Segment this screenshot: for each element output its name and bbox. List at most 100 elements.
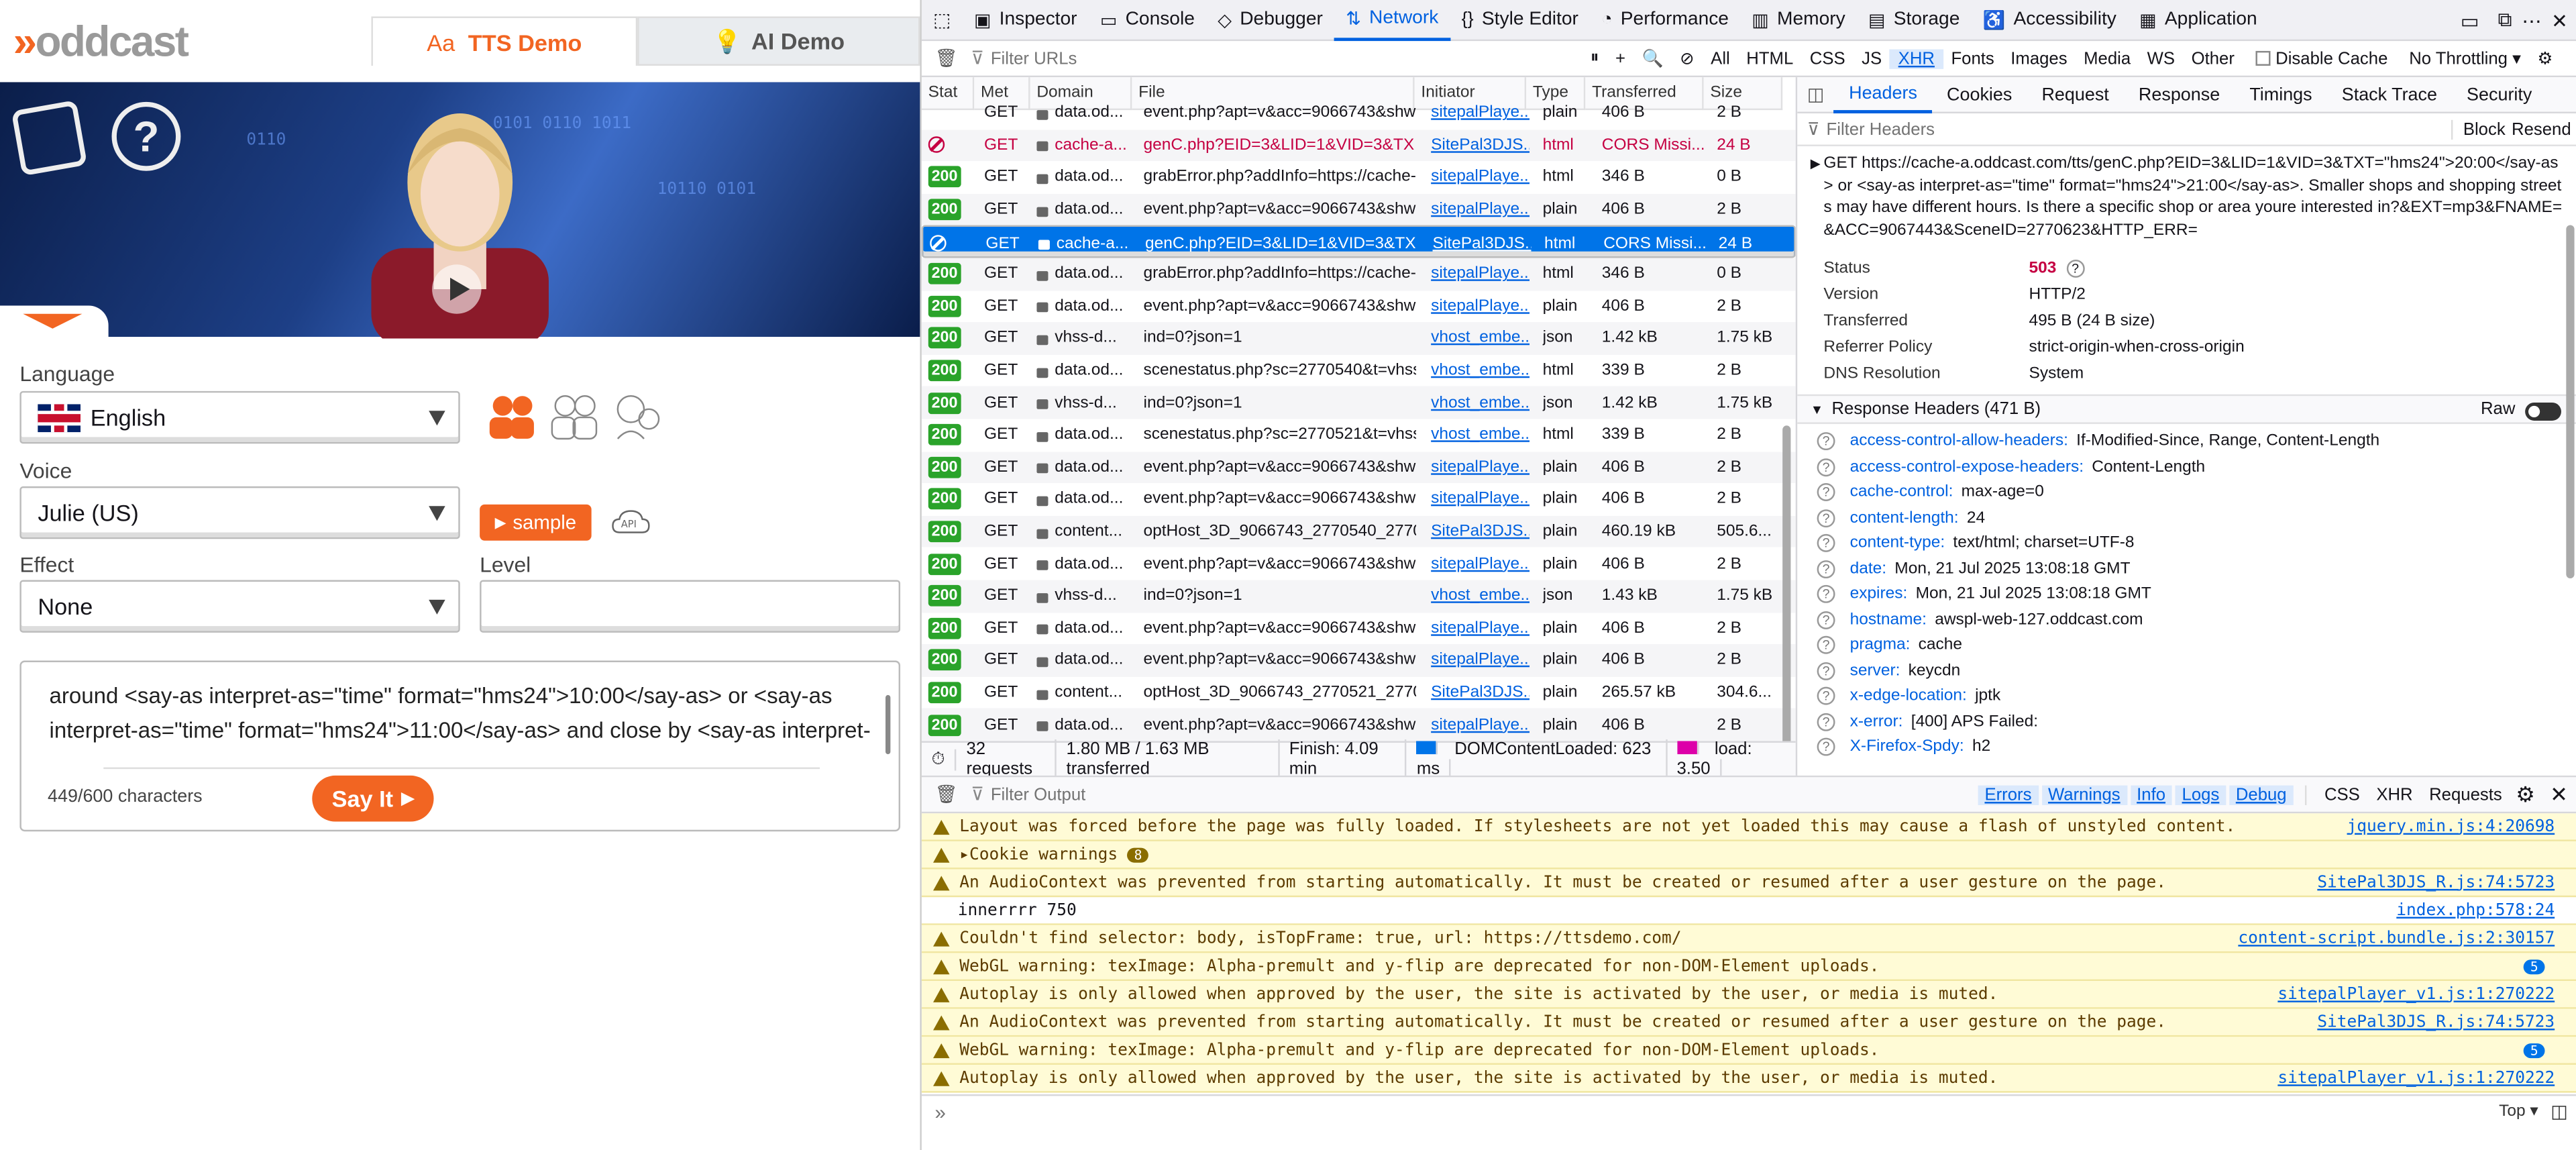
filter-type-js[interactable]: JS bbox=[1854, 48, 1890, 68]
people-avatar-icon[interactable] bbox=[549, 391, 601, 440]
initiator-link[interactable]: sitepalPlaye... bbox=[1431, 716, 1529, 734]
oddcast-logo[interactable]: »oddcast bbox=[13, 16, 189, 67]
filter-type-ws[interactable]: WS bbox=[2139, 48, 2183, 68]
request-row[interactable]: 200 GET data.od... event.php?apt=v&acc=9066… bbox=[922, 483, 1796, 515]
sample-button[interactable]: ▶ sample bbox=[480, 504, 592, 541]
disable-cache-checkbox[interactable]: Disable Cache bbox=[2255, 48, 2387, 68]
request-row[interactable]: 200 GET content... optHost_3D_9066743_27705… bbox=[922, 676, 1796, 709]
console-message[interactable]: Autoplay is only allowed when approved b… bbox=[921, 981, 2576, 1009]
initiator-cell[interactable]: SitePal3DJS... bbox=[1431, 129, 1529, 161]
initiator-link[interactable]: sitepalPlaye... bbox=[1431, 104, 1529, 122]
avatar-video-player[interactable]: 0101 0110 1011 10110 0101 0110 ? bbox=[0, 82, 920, 339]
help-icon[interactable]: ? bbox=[111, 101, 181, 171]
api-cloud-icon[interactable]: API bbox=[611, 506, 651, 539]
initiator-cell[interactable]: SitePal3DJS... bbox=[1431, 676, 1529, 709]
play-button[interactable] bbox=[432, 264, 482, 314]
say-it-button[interactable]: Say It ▶ bbox=[312, 775, 434, 822]
initiator-cell[interactable]: sitepalPlaye... bbox=[1431, 290, 1529, 322]
tab-security[interactable]: Security bbox=[2452, 77, 2546, 113]
filter-output-input[interactable]: Filter Output bbox=[991, 784, 1976, 804]
trash-icon[interactable]: 🗑 bbox=[934, 784, 957, 805]
initiator-link[interactable]: sitepalPlaye... bbox=[1431, 619, 1529, 637]
initiator-cell[interactable]: sitepalPlaye... bbox=[1431, 258, 1529, 290]
tool-inspector[interactable]: ▣ Inspector bbox=[963, 0, 1089, 40]
request-row[interactable]: 200 GET data.od... grabError.php?addInfo=ht… bbox=[922, 161, 1796, 193]
text-input-box[interactable]: around <say-as interpret-as="time" forma… bbox=[19, 660, 901, 832]
chevron-right-icon[interactable]: ▸ bbox=[959, 845, 969, 864]
help-icon[interactable]: ? bbox=[1817, 560, 1835, 578]
console-message[interactable]: An AudioContext was prevented from start… bbox=[921, 1008, 2576, 1037]
female-avatar-icon[interactable] bbox=[486, 391, 539, 440]
initiator-link[interactable]: SitePal3DJS... bbox=[1431, 136, 1529, 154]
message-source-link[interactable]: jquery.min.js:4:20698 bbox=[2347, 817, 2555, 835]
console-message[interactable]: ▸ Cookie warnings 8 bbox=[921, 841, 2576, 870]
character-avatar-icon[interactable] bbox=[611, 391, 663, 440]
request-row[interactable]: 200 GET content... optHost_3D_9066743_27705… bbox=[921, 515, 1796, 548]
help-icon[interactable]: ? bbox=[1817, 713, 1835, 731]
filter-type-fonts[interactable]: Fonts bbox=[1943, 48, 2002, 68]
details-scrollbar[interactable] bbox=[2566, 225, 2575, 579]
filter-headers-input[interactable]: Filter Headers bbox=[1827, 119, 1935, 139]
request-row[interactable]: 200 GET data.od... event.php?apt=v&acc=9066… bbox=[921, 644, 1796, 677]
console-message[interactable]: Layout was forced before the page was fu… bbox=[921, 813, 2576, 841]
console-settings-gear-icon[interactable]: ⚙ bbox=[2516, 781, 2535, 807]
help-icon[interactable]: ? bbox=[1817, 636, 1835, 655]
initiator-cell[interactable]: vhost_embe... bbox=[1431, 386, 1529, 419]
console-message[interactable]: Couldn't find selector: body, isTopFrame… bbox=[921, 925, 2576, 953]
settings-gear-icon[interactable]: ⚙ bbox=[2529, 48, 2561, 68]
initiator-cell[interactable]: sitepalPlaye... bbox=[1431, 97, 1529, 129]
console-filter-debug[interactable]: Debug bbox=[2229, 784, 2294, 804]
initiator-link[interactable]: sitepalPlaye... bbox=[1431, 458, 1529, 476]
tool-performance[interactable]: ◔ Performance bbox=[1590, 0, 1740, 40]
resend-button[interactable]: Resend bbox=[2512, 119, 2571, 139]
console-filter-logs[interactable]: Logs bbox=[2175, 784, 2226, 804]
request-row[interactable]: GET cache-a... genC.php?EID=3&LID=1&VID=3&… bbox=[921, 129, 1796, 162]
initiator-cell[interactable]: sitepalPlaye... bbox=[1431, 612, 1529, 644]
tab-timings[interactable]: Timings bbox=[2235, 77, 2326, 113]
initiator-cell[interactable]: vhost_embe... bbox=[1431, 354, 1529, 386]
request-row[interactable]: 200 GET vhss-d... ind=0?json=1 vhost_embe...… bbox=[921, 580, 1796, 613]
filter-type-xhr[interactable]: XHR bbox=[1890, 48, 1943, 68]
initiator-link[interactable]: vhost_embe... bbox=[1431, 394, 1529, 412]
initiator-link[interactable]: vhost_embe... bbox=[1431, 587, 1529, 605]
console-message[interactable]: innerrrr 750 index.php:578:24 bbox=[921, 897, 2576, 925]
initiator-cell[interactable]: sitepalPlaye... bbox=[1431, 483, 1529, 515]
raw-toggle[interactable] bbox=[2525, 403, 2561, 421]
initiator-cell[interactable]: vhost_embe... bbox=[1431, 580, 1529, 612]
request-row[interactable]: 200 GET data.od... grabError.php?addInfo=ht… bbox=[921, 258, 1796, 291]
block-icon[interactable]: ⊘ bbox=[1672, 48, 1703, 68]
help-icon[interactable]: ? bbox=[1817, 585, 1835, 604]
message-source-link[interactable]: SitePal3DJS_R.js:74:5723 bbox=[2317, 874, 2555, 892]
message-source-link[interactable]: sitepalPlayer_v1.js:1:270222 bbox=[2277, 985, 2555, 1003]
voice-select[interactable]: Julie (US) bbox=[19, 486, 460, 539]
help-icon[interactable]: ? bbox=[1817, 432, 1835, 451]
add-icon[interactable]: + bbox=[1607, 48, 1634, 68]
request-table-scrollbar[interactable] bbox=[1782, 425, 1791, 741]
initiator-cell[interactable]: SitePal3DJS... bbox=[1431, 515, 1529, 547]
initiator-cell[interactable]: vhost_embe... bbox=[1431, 419, 1529, 451]
request-row[interactable]: 200 GET data.od... event.php?apt=v&acc=9066… bbox=[921, 451, 1796, 484]
tool-accessibility[interactable]: ♿ Accessibility bbox=[1972, 0, 2128, 40]
initiator-cell[interactable]: SitePal3DJS... bbox=[1433, 227, 1532, 260]
message-source-link[interactable]: content-script.bundle.js:2:30157 bbox=[2238, 929, 2555, 947]
tool-memory[interactable]: ▥ Memory bbox=[1740, 0, 1857, 40]
request-row[interactable]: 200 GET data.od... scenestatus.php?sc=27705… bbox=[922, 354, 1796, 386]
console-filter-errors[interactable]: Errors bbox=[1978, 784, 2039, 804]
help-icon[interactable]: ? bbox=[2066, 258, 2085, 277]
console-message[interactable]: WebGL warning: texImage: Alpha-premult a… bbox=[921, 1037, 2576, 1065]
level-select[interactable] bbox=[480, 580, 901, 633]
console-message[interactable]: Autoplay is only allowed when approved b… bbox=[921, 1064, 2576, 1093]
initiator-cell[interactable]: sitepalPlaye... bbox=[1431, 193, 1529, 225]
effect-select[interactable]: None bbox=[19, 580, 460, 633]
filter-urls-input[interactable] bbox=[990, 48, 1582, 68]
request-row[interactable]: 200 GET vhss-d... ind=0?json=1 vhost_embe...… bbox=[921, 322, 1796, 355]
dock-icon[interactable]: ▭ bbox=[2461, 0, 2479, 41]
tab-ai-demo[interactable]: 💡 AI Demo bbox=[637, 16, 920, 66]
initiator-link[interactable]: vhost_embe... bbox=[1431, 329, 1529, 348]
filter-type-css[interactable]: CSS bbox=[1802, 48, 1854, 68]
initiator-link[interactable]: sitepalPlaye... bbox=[1431, 201, 1529, 219]
console-filter-css[interactable]: CSS bbox=[2318, 784, 2366, 804]
tool-network[interactable]: ⇅ Network bbox=[1334, 0, 1450, 41]
initiator-cell[interactable]: sitepalPlaye... bbox=[1431, 161, 1529, 193]
console-message[interactable]: WebGL warning: texImage: Alpha-premult a… bbox=[921, 953, 2576, 982]
